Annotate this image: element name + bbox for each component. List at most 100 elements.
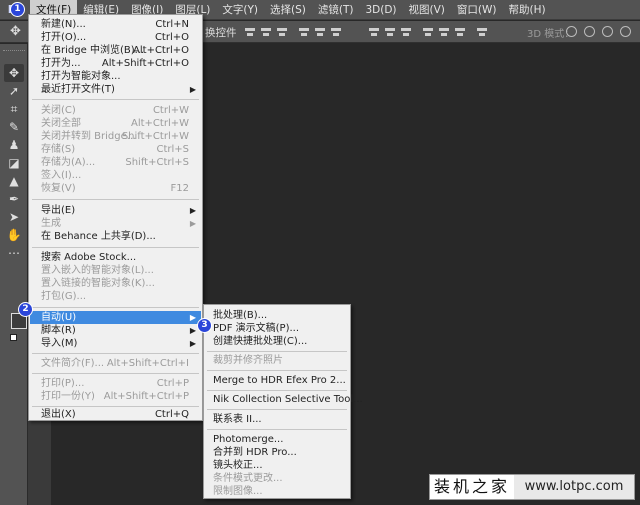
step-badge-3: 3 xyxy=(197,318,212,333)
distribute-top-icon[interactable] xyxy=(368,26,380,38)
separator xyxy=(32,247,199,248)
step-badge-1: 1 xyxy=(10,2,25,17)
separator xyxy=(207,351,347,352)
separator xyxy=(207,409,347,410)
submenu-arrow-icon: ▶ xyxy=(189,206,196,215)
eraser-tool-icon[interactable]: ◪ xyxy=(4,154,24,172)
menu-select[interactable]: 选择(S) xyxy=(264,0,312,20)
separator xyxy=(32,307,199,308)
watermark: 装机之家 www.lotpc.com xyxy=(429,474,635,500)
menu-item-import[interactable]: 导入(M) ▶ xyxy=(30,337,201,350)
3d-rotate-icon[interactable] xyxy=(566,26,577,37)
menu-item-browse-bridge[interactable]: 在 Bridge 中浏览(B)... Alt+Ctrl+O xyxy=(30,44,201,57)
menu-item-batch[interactable]: 批处理(B)... xyxy=(205,309,349,322)
align-right-icon[interactable] xyxy=(330,26,342,38)
menu-window[interactable]: 窗口(W) xyxy=(451,0,503,20)
align-hcenter-icon[interactable] xyxy=(314,26,326,38)
separator xyxy=(207,390,347,391)
submenu-arrow-icon: ▶ xyxy=(189,219,196,228)
separator xyxy=(32,406,199,407)
align-left-icon[interactable] xyxy=(298,26,310,38)
align-vcenter-icon[interactable] xyxy=(260,26,272,38)
distribute-right-icon[interactable] xyxy=(454,26,466,38)
menu-item-conditional-mode[interactable]: 条件模式更改... xyxy=(205,472,349,485)
menu-help[interactable]: 帮助(H) xyxy=(503,0,552,20)
align-top-icon[interactable] xyxy=(244,26,256,38)
menu-item-open-as[interactable]: 打开为... Alt+Shift+Ctrl+O xyxy=(30,57,201,70)
3d-roll-icon[interactable] xyxy=(584,26,595,37)
menu-filter[interactable]: 滤镜(T) xyxy=(312,0,360,20)
menu-item-merge-hdr-pro[interactable]: 合并到 HDR Pro... xyxy=(205,446,349,459)
menu-item-crop-straighten[interactable]: 裁剪并修齐照片 xyxy=(205,354,349,367)
menu-item-fit-image[interactable]: 限制图像... xyxy=(205,485,349,498)
separator xyxy=(32,199,199,200)
menu-item-close[interactable]: 关闭(C) Ctrl+W xyxy=(30,104,201,117)
panel-grip[interactable] xyxy=(3,50,25,52)
menu-item-close-all[interactable]: 关闭全部 Alt+Ctrl+W xyxy=(30,117,201,130)
separator xyxy=(32,99,199,100)
menu-item-pdf-presentation[interactable]: PDF 演示文稿(P)... xyxy=(205,322,349,335)
menu-item-open[interactable]: 打开(O)... Ctrl+O xyxy=(30,31,201,44)
separator xyxy=(207,370,347,371)
healing-brush-icon[interactable]: ✎ xyxy=(4,118,24,136)
menu-item-package[interactable]: 打包(G)... xyxy=(30,290,201,303)
menu-item-automate[interactable]: 自动(U) ▶ xyxy=(30,311,201,324)
menu-item-print-one-copy[interactable]: 打印一份(Y) Alt+Shift+Ctrl+P xyxy=(30,390,201,403)
automate-submenu: 批处理(B)... PDF 演示文稿(P)... 创建快捷批处理(C)... 裁… xyxy=(203,304,363,499)
move-tool-icon[interactable]: ✥ xyxy=(10,24,21,39)
menu-item-photomerge[interactable]: Photomerge... xyxy=(205,433,349,446)
submenu-arrow-icon: ▶ xyxy=(189,313,196,322)
stamp-tool-icon[interactable]: ♟ xyxy=(4,136,24,154)
auto-align-icon[interactable] xyxy=(476,26,488,38)
tools-panel: ✥ ➚ ⌗ ✎ ♟ ◪ ▲ ✒ ➤ ✋ ⋯ xyxy=(0,44,28,505)
path-select-icon[interactable]: ➤ xyxy=(4,208,24,226)
pen-tool-icon[interactable]: ✒ xyxy=(4,190,24,208)
menu-item-save[interactable]: 存储(S) Ctrl+S xyxy=(30,143,201,156)
distribute-left-icon[interactable] xyxy=(422,26,434,38)
more-tools-icon[interactable]: ⋯ xyxy=(4,244,24,262)
align-bottom-icon[interactable] xyxy=(276,26,288,38)
move-tool-icon[interactable]: ✥ xyxy=(4,64,24,82)
blur-tool-icon[interactable]: ▲ xyxy=(4,172,24,190)
menu-type[interactable]: 文字(Y) xyxy=(216,0,264,20)
submenu-arrow-icon: ▶ xyxy=(189,85,196,94)
menu-item-close-to-bridge[interactable]: 关闭并转到 Bridge... Shift+Ctrl+W xyxy=(30,130,201,143)
menu-item-scripts[interactable]: 脚本(R) ▶ xyxy=(30,324,201,337)
watermark-name: 装机之家 xyxy=(430,475,514,499)
distribute-vcenter-icon[interactable] xyxy=(384,26,396,38)
file-menu: 新建(N)... Ctrl+N 打开(O)... Ctrl+O 在 Bridge 中… xyxy=(28,14,203,421)
menu-item-generate[interactable]: 生成 ▶ xyxy=(30,217,201,230)
menu-item-contact-sheet[interactable]: 联系表 II... xyxy=(205,413,349,426)
3d-slide-icon[interactable] xyxy=(620,26,631,37)
menu-item-recent[interactable]: 最近打开文件(T) ▶ xyxy=(30,83,201,96)
menu-item-file-info[interactable]: 文件简介(F)... Alt+Shift+Ctrl+I xyxy=(30,357,201,370)
3d-drag-icon[interactable] xyxy=(602,26,613,37)
distribute-bottom-icon[interactable] xyxy=(400,26,412,38)
menu-item-lens-correction[interactable]: 镜头校正... xyxy=(205,459,349,472)
menu-item-print[interactable]: 打印(P)... Ctrl+P xyxy=(30,377,201,390)
menu-view[interactable]: 视图(V) xyxy=(403,0,451,20)
menu-item-exit[interactable]: 退出(X) Ctrl+Q xyxy=(30,408,201,421)
menu-item-place-embedded[interactable]: 置入嵌入的智能对象(L)... xyxy=(30,264,201,277)
menu-item-export[interactable]: 导出(E) ▶ xyxy=(30,204,201,217)
menu-3d[interactable]: 3D(D) xyxy=(359,0,402,20)
menu-item-share-behance[interactable]: 在 Behance 上共享(D)... xyxy=(30,230,201,243)
hand-tool-icon[interactable]: ✋ xyxy=(4,226,24,244)
menu-item-new[interactable]: 新建(N)... Ctrl+N xyxy=(30,18,201,31)
lasso-tool-icon[interactable]: ➚ xyxy=(4,82,24,100)
menu-item-check-in[interactable]: 签入(I)... xyxy=(30,169,201,182)
transform-controls-label[interactable]: 换控件 xyxy=(205,25,237,40)
menu-item-create-droplet[interactable]: 创建快捷批处理(C)... xyxy=(205,335,349,348)
menu-item-nik-collection[interactable]: Nik Collection Selective Tool... xyxy=(205,393,363,406)
menu-item-revert[interactable]: 恢复(V) F12 xyxy=(30,182,201,195)
distribute-hcenter-icon[interactable] xyxy=(438,26,450,38)
menu-item-search-adobe-stock[interactable]: 搜索 Adobe Stock... xyxy=(30,251,201,264)
default-colors-icon[interactable] xyxy=(10,334,17,341)
menu-item-hdr-efex[interactable]: Merge to HDR Efex Pro 2... xyxy=(205,374,349,387)
submenu-arrow-icon: ▶ xyxy=(189,326,196,335)
menu-item-open-smart-object[interactable]: 打开为智能对象... xyxy=(30,70,201,83)
crop-tool-icon[interactable]: ⌗ xyxy=(4,100,24,118)
menu-item-place-linked[interactable]: 置入链接的智能对象(K)... xyxy=(30,277,201,290)
menu-item-save-as[interactable]: 存储为(A)... Shift+Ctrl+S xyxy=(30,156,201,169)
submenu-arrow-icon: ▶ xyxy=(189,339,196,348)
